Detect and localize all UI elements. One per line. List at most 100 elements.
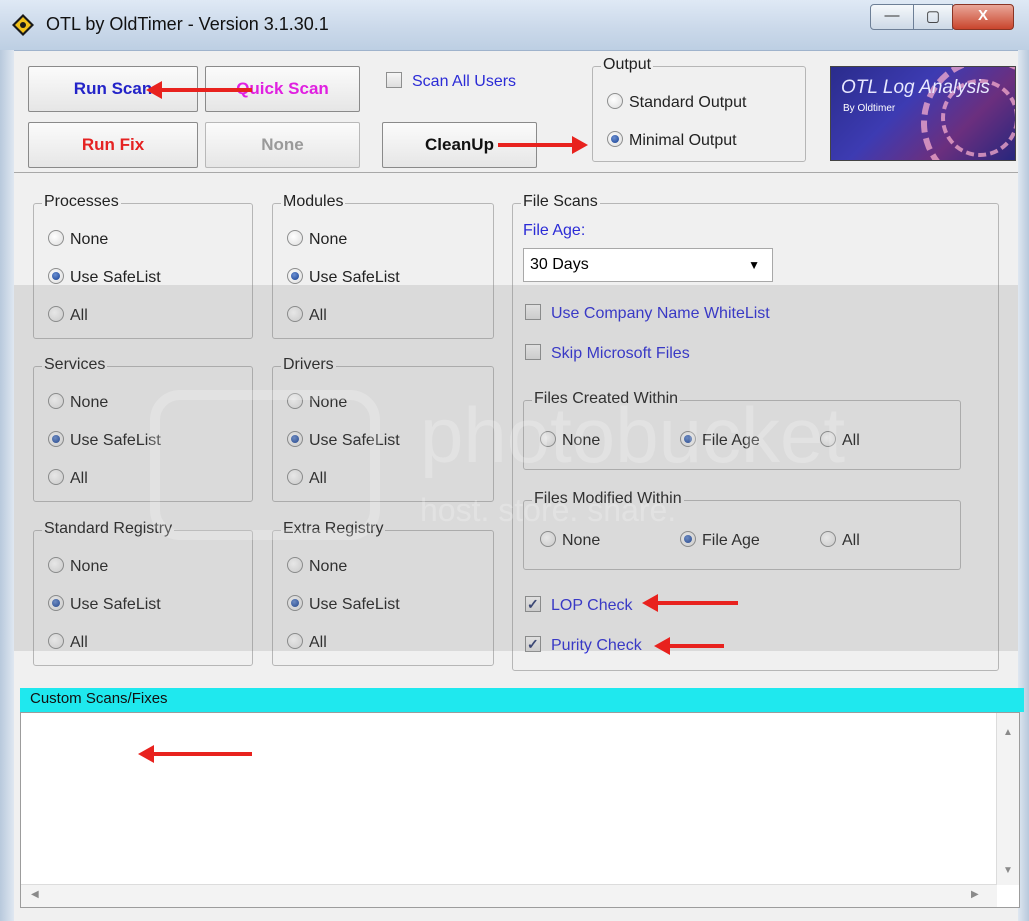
modules-group: Modules None Use SafeList All	[272, 193, 494, 339]
company-whitelist-checkbox[interactable]: Use Company Name WhiteList	[525, 304, 770, 326]
drivers-none-radio[interactable]: None	[287, 393, 347, 415]
radio-dot[interactable]	[287, 557, 303, 573]
processes-all-radio[interactable]: All	[48, 306, 88, 328]
close-button[interactable]: X	[952, 4, 1014, 30]
scroll-right-icon[interactable]: ▶	[971, 889, 979, 900]
checkbox-box[interactable]	[525, 304, 541, 320]
modified-file-age-radio[interactable]: File Age	[680, 531, 760, 553]
radio-dot[interactable]	[680, 531, 696, 547]
output-legend: Output	[601, 56, 654, 74]
checkbox-box[interactable]	[525, 594, 541, 614]
extra-registry-safelist-radio[interactable]: Use SafeList	[287, 595, 400, 617]
radio-label: All	[842, 532, 860, 549]
processes-none-radio[interactable]: None	[48, 230, 108, 252]
radio-dot[interactable]	[540, 431, 556, 447]
radio-dot[interactable]	[607, 93, 623, 109]
checkbox-box[interactable]	[525, 634, 541, 654]
radio-label: None	[70, 394, 109, 411]
radio-dot[interactable]	[680, 431, 696, 447]
skip-microsoft-checkbox[interactable]: Skip Microsoft Files	[525, 344, 690, 366]
file-age-label: File Age:	[523, 222, 586, 239]
radio-label: None	[562, 532, 601, 549]
otl-log-analysis-logo[interactable]: OTL Log Analysis By Oldtimer	[830, 66, 1016, 161]
services-group: Services None Use SafeList All	[33, 356, 253, 502]
created-file-age-radio[interactable]: File Age	[680, 431, 760, 453]
radio-label: File Age	[702, 432, 760, 449]
vertical-scrollbar[interactable]: ▲ ▼	[996, 713, 1019, 885]
drivers-safelist-radio[interactable]: Use SafeList	[287, 431, 400, 453]
radio-dot[interactable]	[48, 306, 64, 322]
maximize-icon: ▢	[925, 8, 941, 25]
modified-none-radio[interactable]: None	[540, 531, 600, 553]
radio-dot[interactable]	[287, 306, 303, 322]
logo-title: OTL Log Analysis	[841, 77, 990, 98]
radio-dot[interactable]	[48, 431, 64, 447]
radio-dot[interactable]	[287, 268, 303, 284]
extra-registry-all-radio[interactable]: All	[287, 633, 327, 655]
scroll-up-icon[interactable]: ▲	[1003, 727, 1013, 738]
checkbox-box[interactable]	[525, 344, 541, 360]
scan-all-users-checkbox[interactable]: Scan All Users	[386, 72, 516, 94]
radio-label: Use SafeList	[70, 432, 161, 449]
created-none-radio[interactable]: None	[540, 431, 600, 453]
close-icon: X	[977, 7, 988, 24]
services-none-radio[interactable]: None	[48, 393, 108, 415]
radio-dot[interactable]	[820, 531, 836, 547]
radio-dot[interactable]	[287, 633, 303, 649]
standard-registry-safelist-radio[interactable]: Use SafeList	[48, 595, 161, 617]
scan-all-users-label: Scan All Users	[412, 73, 517, 90]
processes-safelist-radio[interactable]: Use SafeList	[48, 268, 161, 290]
radio-dot[interactable]	[820, 431, 836, 447]
purity-check-checkbox[interactable]: Purity Check	[525, 634, 642, 658]
radio-dot[interactable]	[287, 595, 303, 611]
custom-scans-textarea[interactable]: ▲ ▼ ◀ ▶	[20, 712, 1020, 908]
radio-dot[interactable]	[287, 230, 303, 246]
minimal-output-radio[interactable]: Minimal Output	[607, 131, 737, 153]
modules-safelist-radio[interactable]: Use SafeList	[287, 268, 400, 290]
services-safelist-radio[interactable]: Use SafeList	[48, 431, 161, 453]
standard-output-radio[interactable]: Standard Output	[607, 93, 746, 115]
modified-all-radio[interactable]: All	[820, 531, 860, 553]
radio-dot[interactable]	[48, 633, 64, 649]
standard-registry-none-radio[interactable]: None	[48, 557, 108, 579]
radio-dot[interactable]	[607, 131, 623, 147]
scroll-left-icon[interactable]: ◀	[31, 889, 39, 900]
drivers-all-radio[interactable]: All	[287, 469, 327, 491]
radio-dot[interactable]	[48, 469, 64, 485]
company-whitelist-label: Use Company Name WhiteList	[551, 305, 770, 322]
purity-check-label: Purity Check	[551, 637, 642, 654]
standard-output-label: Standard Output	[629, 94, 747, 111]
radio-dot[interactable]	[287, 393, 303, 409]
radio-dot[interactable]	[48, 595, 64, 611]
horizontal-scrollbar[interactable]: ◀ ▶	[21, 884, 997, 907]
radio-dot[interactable]	[48, 268, 64, 284]
skip-microsoft-label: Skip Microsoft Files	[551, 345, 690, 362]
created-all-radio[interactable]: All	[820, 431, 860, 453]
custom-scans-header: Custom Scans/Fixes	[20, 688, 1024, 712]
radio-dot[interactable]	[540, 531, 556, 547]
run-fix-button[interactable]: Run Fix	[28, 122, 198, 168]
chevron-down-icon[interactable]: ▼	[748, 249, 760, 281]
drivers-legend: Drivers	[281, 356, 336, 374]
standard-registry-group: Standard Registry None Use SafeList All	[33, 520, 253, 666]
file-age-select[interactable]: 30 Days ▼	[523, 248, 773, 282]
radio-label: Use SafeList	[309, 269, 400, 286]
services-all-radio[interactable]: All	[48, 469, 88, 491]
radio-label: None	[309, 394, 348, 411]
scroll-down-icon[interactable]: ▼	[1003, 865, 1013, 876]
radio-dot[interactable]	[48, 557, 64, 573]
checkbox-box[interactable]	[386, 72, 402, 88]
radio-dot[interactable]	[287, 469, 303, 485]
extra-registry-none-radio[interactable]: None	[287, 557, 347, 579]
radio-dot[interactable]	[48, 393, 64, 409]
radio-dot[interactable]	[287, 431, 303, 447]
lop-check-checkbox[interactable]: LOP Check	[525, 594, 633, 618]
title-bar[interactable]: OTL by OldTimer - Version 3.1.30.1 — ▢ X	[0, 0, 1029, 51]
minimize-button[interactable]: —	[870, 4, 914, 30]
minimal-output-label: Minimal Output	[629, 132, 737, 149]
modules-all-radio[interactable]: All	[287, 306, 327, 328]
maximize-button[interactable]: ▢	[913, 4, 953, 30]
radio-dot[interactable]	[48, 230, 64, 246]
standard-registry-all-radio[interactable]: All	[48, 633, 88, 655]
modules-none-radio[interactable]: None	[287, 230, 347, 252]
